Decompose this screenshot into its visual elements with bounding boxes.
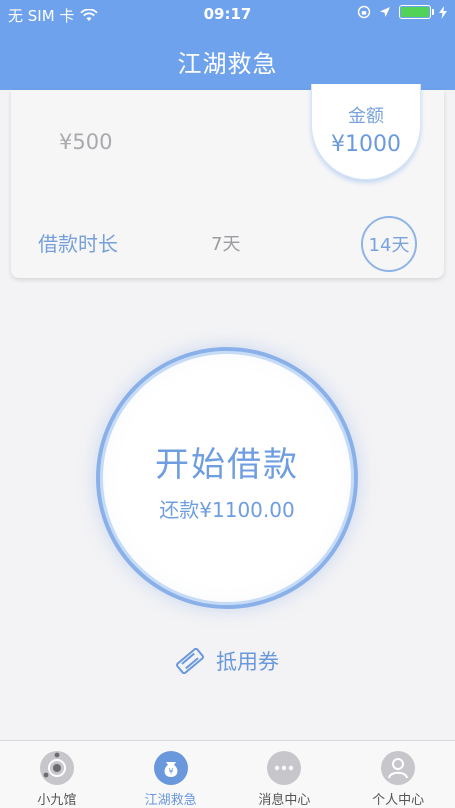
svg-text:¥: ¥ <box>168 767 173 776</box>
tab-jianghu-jiuji[interactable]: ¥ 江湖救急 <box>114 741 228 808</box>
tab-label: 消息中心 <box>258 793 311 808</box>
money-bag-icon: ¥ <box>153 751 188 785</box>
amount-label: 金额 <box>348 106 384 127</box>
chat-bubble-icon <box>267 751 302 785</box>
duration-option-7[interactable]: 7天 <box>211 230 240 256</box>
orbit-icon <box>39 751 74 785</box>
tab-bar: 小九馆 ¥ 江湖救急 消息中心 个人中心 <box>0 740 455 808</box>
duration-label: 借款时长 <box>38 232 118 256</box>
coupon-link[interactable]: 抵用券 <box>174 646 279 676</box>
user-icon <box>381 751 416 785</box>
rotation-lock-icon <box>357 5 371 19</box>
amount-option-500[interactable]: ¥500 <box>59 130 112 154</box>
top-bar: 无 SIM 卡 09:17 江湖救急 <box>0 0 455 90</box>
tab-label: 个人中心 <box>372 793 425 808</box>
tab-label: 小九馆 <box>37 793 77 808</box>
repay-amount: 还款¥1100.00 <box>159 498 295 522</box>
amount-selected-value: ¥1000 <box>331 132 401 157</box>
location-icon <box>380 7 390 17</box>
battery-icon <box>399 5 434 19</box>
tab-messages[interactable]: 消息中心 <box>228 741 342 808</box>
loan-options-card: ¥500 金额 ¥1000 借款时长 7天 14天 <box>11 84 444 278</box>
tab-profile[interactable]: 个人中心 <box>341 741 455 808</box>
tab-xiaojiuguan[interactable]: 小九馆 <box>0 741 114 808</box>
start-loan-label: 开始借款 <box>155 445 299 485</box>
charging-icon <box>439 5 447 19</box>
page-title: 江湖救急 <box>177 50 278 78</box>
ticket-icon <box>176 648 204 674</box>
amount-option-selected[interactable]: 金额 ¥1000 <box>311 84 421 180</box>
status-bar: 无 SIM 卡 09:17 <box>0 0 455 28</box>
coupon-label: 抵用券 <box>216 650 279 674</box>
tab-label: 江湖救急 <box>144 793 197 808</box>
duration-option-selected[interactable]: 14天 <box>361 216 417 272</box>
start-loan-button[interactable]: 开始借款 还款¥1100.00 <box>96 347 358 609</box>
